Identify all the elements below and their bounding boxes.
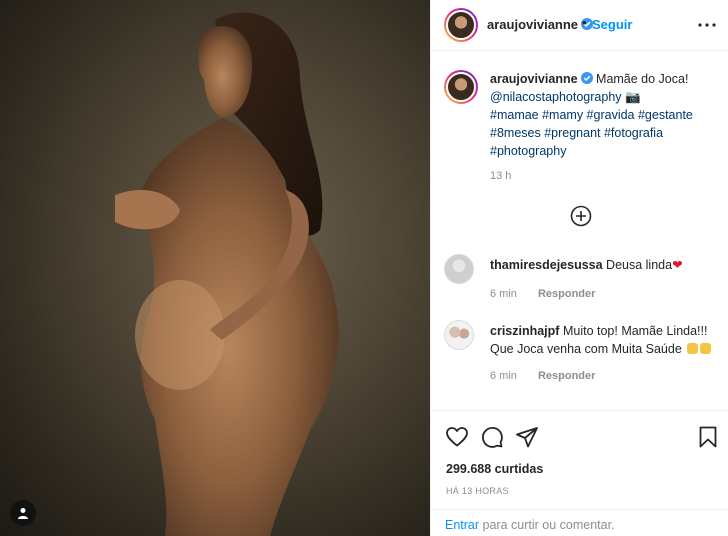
caption-username[interactable]: araujovivianne <box>490 72 578 86</box>
caption-text: araujovivianne Mamãe do Joca! @nilacosta… <box>490 70 720 160</box>
comment-meta: 6 min Responder <box>490 370 595 382</box>
comment-meta: 6 min Responder <box>490 288 595 300</box>
post-actions: 299.688 curtidas HÁ 13 HORAS Entrar para… <box>431 410 728 536</box>
user-tag-button[interactable] <box>10 500 36 526</box>
comment-text: thamiresdejesussa Deusa linda❤ <box>490 256 716 274</box>
caption-body: Mamãe do Joca! <box>596 72 689 86</box>
profile-avatar[interactable] <box>444 8 478 42</box>
comment-username[interactable]: criszinhajpf <box>490 324 559 338</box>
caption-hashtags-2[interactable]: #8meses #pregnant #fotografia <box>490 126 663 140</box>
heart-icon[interactable] <box>445 425 469 449</box>
photo-subject <box>115 12 339 536</box>
comment-username[interactable]: thamiresdejesussa <box>490 258 603 272</box>
instagram-post-modal: araujovivianne • Seguir araujovivianne M… <box>0 0 728 536</box>
comment-avatar[interactable] <box>444 320 474 350</box>
comment-text: criszinhajpf Muito top! Mamãe Linda!!! Q… <box>490 322 716 358</box>
praying-hands-emoji <box>700 343 712 354</box>
comment-body-line1: Muito top! Mamãe Linda!!! <box>562 324 708 338</box>
comment-avatar[interactable] <box>444 254 474 284</box>
camera-emoji: 📷 <box>625 90 641 104</box>
plus-circle-icon[interactable] <box>570 205 592 227</box>
login-prompt-text: Entrar para curtir ou comentar. <box>445 518 615 532</box>
post-photo[interactable] <box>0 0 430 536</box>
caption-hashtags-3[interactable]: #photography <box>490 144 566 158</box>
follow-button[interactable]: Seguir <box>592 17 632 32</box>
likes-count[interactable]: 299.688 curtidas <box>446 462 543 476</box>
share-icon[interactable] <box>515 425 539 449</box>
comment-time: 6 min <box>490 288 517 300</box>
post-header: araujovivianne • Seguir <box>431 0 728 51</box>
heart-emoji: ❤ <box>672 258 683 272</box>
username-text[interactable]: araujovivianne <box>487 17 578 32</box>
header-separator: • <box>582 15 587 30</box>
comments-list[interactable]: araujovivianne Mamãe do Joca! @nilacosta… <box>431 52 728 410</box>
praying-hands-emoji <box>687 343 699 354</box>
more-options-icon <box>698 23 716 27</box>
comment-icon[interactable] <box>480 425 504 449</box>
login-suffix: para curtir ou comentar. <box>479 518 615 532</box>
comment-body-line2: Que Joca venha com Muita Saúde <box>490 342 682 356</box>
reply-button[interactable]: Responder <box>538 370 595 382</box>
reply-button[interactable]: Responder <box>538 288 595 300</box>
post-timestamp: HÁ 13 HORAS <box>446 486 509 496</box>
post-username[interactable]: araujovivianne <box>487 17 594 32</box>
caption-timestamp: 13 h <box>490 170 512 182</box>
user-tag-icon <box>18 508 28 519</box>
login-link[interactable]: Entrar <box>445 518 479 532</box>
login-prompt: Entrar para curtir ou comentar. <box>431 509 728 536</box>
comment-body: Deusa linda <box>606 258 673 272</box>
more-options-button[interactable] <box>697 15 717 35</box>
bookmark-icon[interactable] <box>696 425 720 449</box>
verified-badge-icon <box>580 72 593 84</box>
caption-mention[interactable]: @nilacostaphotography <box>490 90 622 104</box>
comment-time: 6 min <box>490 370 517 382</box>
caption-avatar[interactable] <box>444 70 478 104</box>
post-side-panel: araujovivianne • Seguir araujovivianne M… <box>430 0 728 536</box>
caption-hashtags-1[interactable]: #mamae #mamy #gravida #gestante <box>490 108 693 122</box>
